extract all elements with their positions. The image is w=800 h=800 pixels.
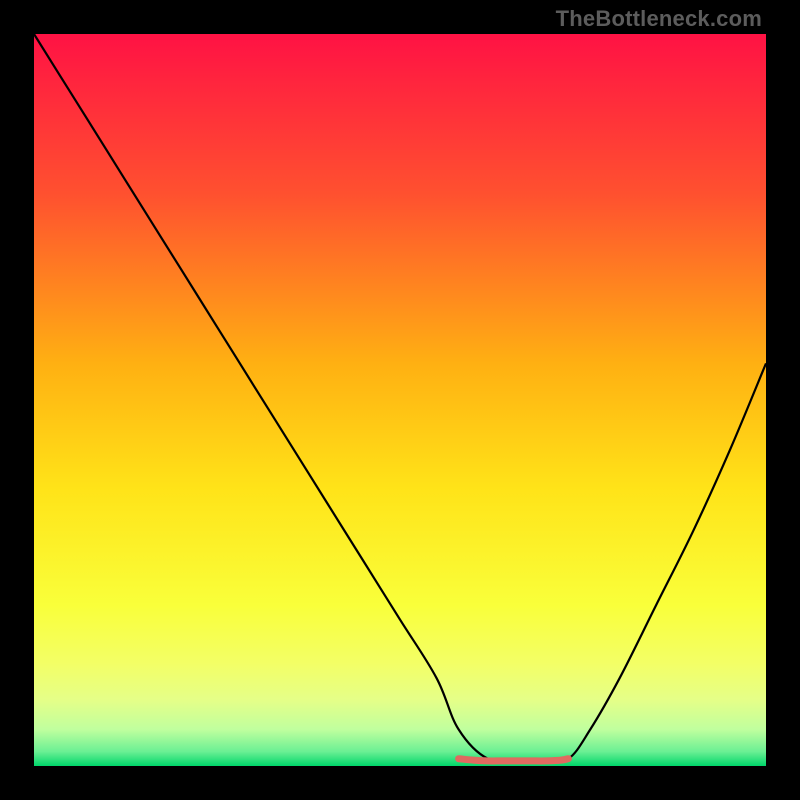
chart-lines xyxy=(34,34,766,766)
bottleneck-curve xyxy=(34,34,766,761)
watermark-text: TheBottleneck.com xyxy=(556,6,762,32)
flat-valley-marker xyxy=(459,759,569,761)
chart-container: TheBottleneck.com xyxy=(0,0,800,800)
plot-area xyxy=(34,34,766,766)
